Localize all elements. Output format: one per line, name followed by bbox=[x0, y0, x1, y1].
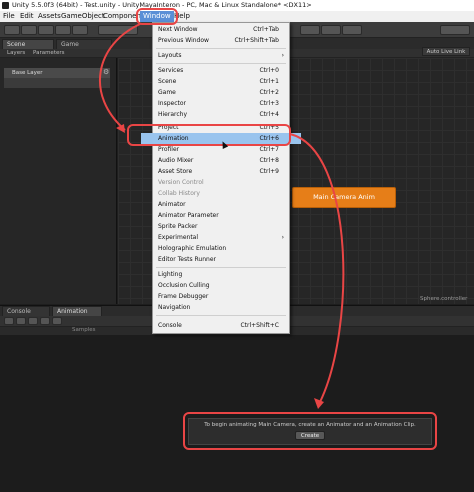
arrow-menu-to-animation bbox=[99, 23, 141, 131]
arrow-head-icon bbox=[314, 398, 324, 409]
arrow-animation-to-panel bbox=[289, 133, 345, 403]
annotation-arrows bbox=[99, 23, 345, 409]
